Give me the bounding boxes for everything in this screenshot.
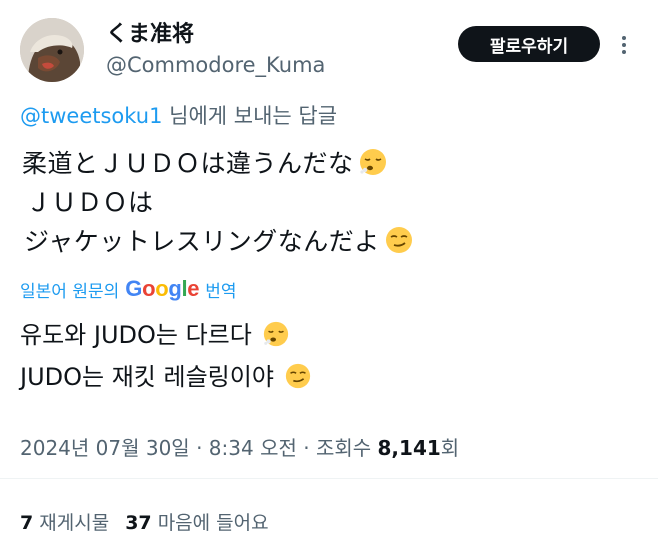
- tweet-line-1-text: 柔道とＪＵＤＯは違うんだな: [22, 149, 354, 178]
- more-options-icon[interactable]: [618, 34, 630, 56]
- face-exhaling-icon: [263, 321, 288, 347]
- views-suffix: 회: [440, 436, 460, 460]
- face-exhaling-icon: [359, 149, 386, 175]
- meta-separator: ·: [189, 436, 209, 460]
- follow-button[interactable]: 팔로우하기: [458, 26, 600, 62]
- translation-attribution[interactable]: 일본어 원문의 Google 번역: [20, 276, 237, 302]
- engagement-stats: 7 재게시물 37 마음에 들어요: [20, 508, 285, 535]
- divider: [0, 478, 658, 479]
- user-handle[interactable]: @Commodore_Kuma: [106, 53, 325, 77]
- likes-count: 37: [125, 512, 152, 534]
- avatar[interactable]: [20, 18, 84, 82]
- retweets-label: 재게시물: [33, 512, 110, 534]
- translation-prefix: 일본어 원문의: [20, 281, 120, 302]
- meta-separator: ·: [296, 436, 316, 460]
- translated-line-2-text: JUDO는 재킷 레슬링이야: [20, 363, 274, 391]
- avatar-image: [20, 18, 84, 82]
- tweet-metadata: 2024년 07월 30일 · 8:34 오전 · 조회수 8,141회: [20, 432, 459, 461]
- likes-label: 마음에 들어요: [151, 512, 269, 534]
- tweet-line-1: 柔道とＪＵＤＯは違うんだな: [22, 145, 388, 183]
- translation-suffix: 번역: [205, 281, 237, 302]
- tweet-time[interactable]: 8:34 오전: [209, 436, 297, 460]
- reply-context: @tweetsoku1 님에게 보내는 답글: [20, 100, 337, 130]
- reply-suffix: 님에게 보내는 답글: [162, 104, 338, 128]
- reply-mention-link[interactable]: @tweetsoku1: [20, 104, 162, 128]
- translated-line-2: JUDO는 재킷 레슬링이야: [20, 358, 312, 396]
- retweets-stat[interactable]: 7 재게시물: [20, 512, 109, 534]
- tweet-line-2: ＪＵＤＯは: [26, 188, 154, 217]
- smirking-face-icon: [385, 227, 412, 253]
- likes-stat[interactable]: 37 마음에 들어요: [125, 512, 268, 534]
- views-count: 8,141: [377, 436, 441, 460]
- translated-line-1-text: 유도와 JUDO는 다르다: [20, 321, 252, 349]
- display-name[interactable]: くま准将: [106, 16, 194, 48]
- tweet-line-3: ジャケットレスリングなんだよ: [24, 223, 414, 261]
- smirking-face-icon: [285, 363, 311, 389]
- views-label: 조회수: [315, 436, 378, 460]
- tweet-line-3-text: ジャケットレスリングなんだよ: [24, 227, 380, 256]
- translated-line-1: 유도와 JUDO는 다르다: [20, 316, 290, 354]
- retweets-count: 7: [20, 512, 34, 534]
- google-logo: Google: [125, 276, 200, 301]
- tweet-date[interactable]: 2024년 07월 30일: [20, 436, 190, 460]
